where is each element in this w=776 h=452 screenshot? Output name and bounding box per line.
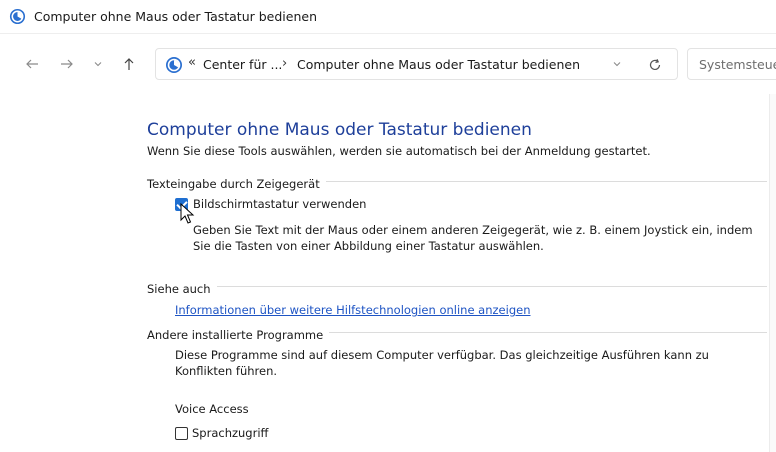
ease-of-access-icon xyxy=(166,57,182,73)
recent-locations-button[interactable] xyxy=(86,52,110,76)
breadcrumb-parent[interactable]: Center für ... xyxy=(203,57,282,72)
on-screen-keyboard-description: Geben Sie Text mit der Maus oder einem a… xyxy=(193,223,753,253)
title-bar: Computer ohne Maus oder Tastatur bediene… xyxy=(0,0,776,34)
control-panel-window: Computer ohne Maus oder Tastatur bediene… xyxy=(0,0,776,452)
window-title: Computer ohne Maus oder Tastatur bediene… xyxy=(34,9,318,24)
chevron-down-icon[interactable] xyxy=(611,58,623,70)
search-placeholder: Systemsteuerung durchsuchen xyxy=(699,57,776,72)
address-overflow-chevron[interactable]: « xyxy=(188,55,196,70)
main-content: Computer ohne Maus oder Tastatur bediene… xyxy=(0,94,776,452)
section-heading-see-also: Siehe auch xyxy=(147,278,767,296)
on-screen-keyboard-label[interactable]: Bildschirmtastatur verwenden xyxy=(193,197,366,211)
arrow-up-icon xyxy=(124,58,134,70)
ease-of-access-icon xyxy=(9,8,26,25)
page-title: Computer ohne Maus oder Tastatur bediene… xyxy=(147,120,532,140)
chevron-down-icon xyxy=(94,62,102,67)
voice-access-program-name: Voice Access xyxy=(175,402,249,416)
up-button[interactable] xyxy=(117,52,141,76)
voice-access-label[interactable]: Sprachzugriff xyxy=(192,426,268,440)
back-button[interactable] xyxy=(20,52,44,76)
forward-button[interactable] xyxy=(55,52,79,76)
assistive-technologies-link[interactable]: Informationen über weitere Hilfstechnolo… xyxy=(175,303,530,317)
breadcrumb-current[interactable]: Computer ohne Maus oder Tastatur bediene… xyxy=(297,57,580,72)
navigation-bar: « Center für ... › Computer ohne Maus od… xyxy=(0,34,776,94)
arrow-right-icon xyxy=(61,59,73,69)
voice-access-checkbox[interactable] xyxy=(175,427,188,440)
other-programs-description: Diese Programme sind auf diesem Computer… xyxy=(175,348,709,378)
section-heading-pointer-input: Texteingabe durch Zeigegerät xyxy=(147,173,767,191)
search-input[interactable]: Systemsteuerung durchsuchen xyxy=(687,48,776,80)
breadcrumb-separator[interactable]: › xyxy=(282,56,287,71)
page-subtitle: Wenn Sie diese Tools auswählen, werden s… xyxy=(147,144,651,158)
refresh-icon[interactable] xyxy=(646,56,664,74)
address-bar[interactable]: « Center für ... › Computer ohne Maus od… xyxy=(155,48,678,80)
section-heading-other-programs: Andere installierte Programme xyxy=(147,324,767,342)
arrow-left-icon xyxy=(26,59,38,69)
scrollbar-track[interactable] xyxy=(769,94,776,452)
